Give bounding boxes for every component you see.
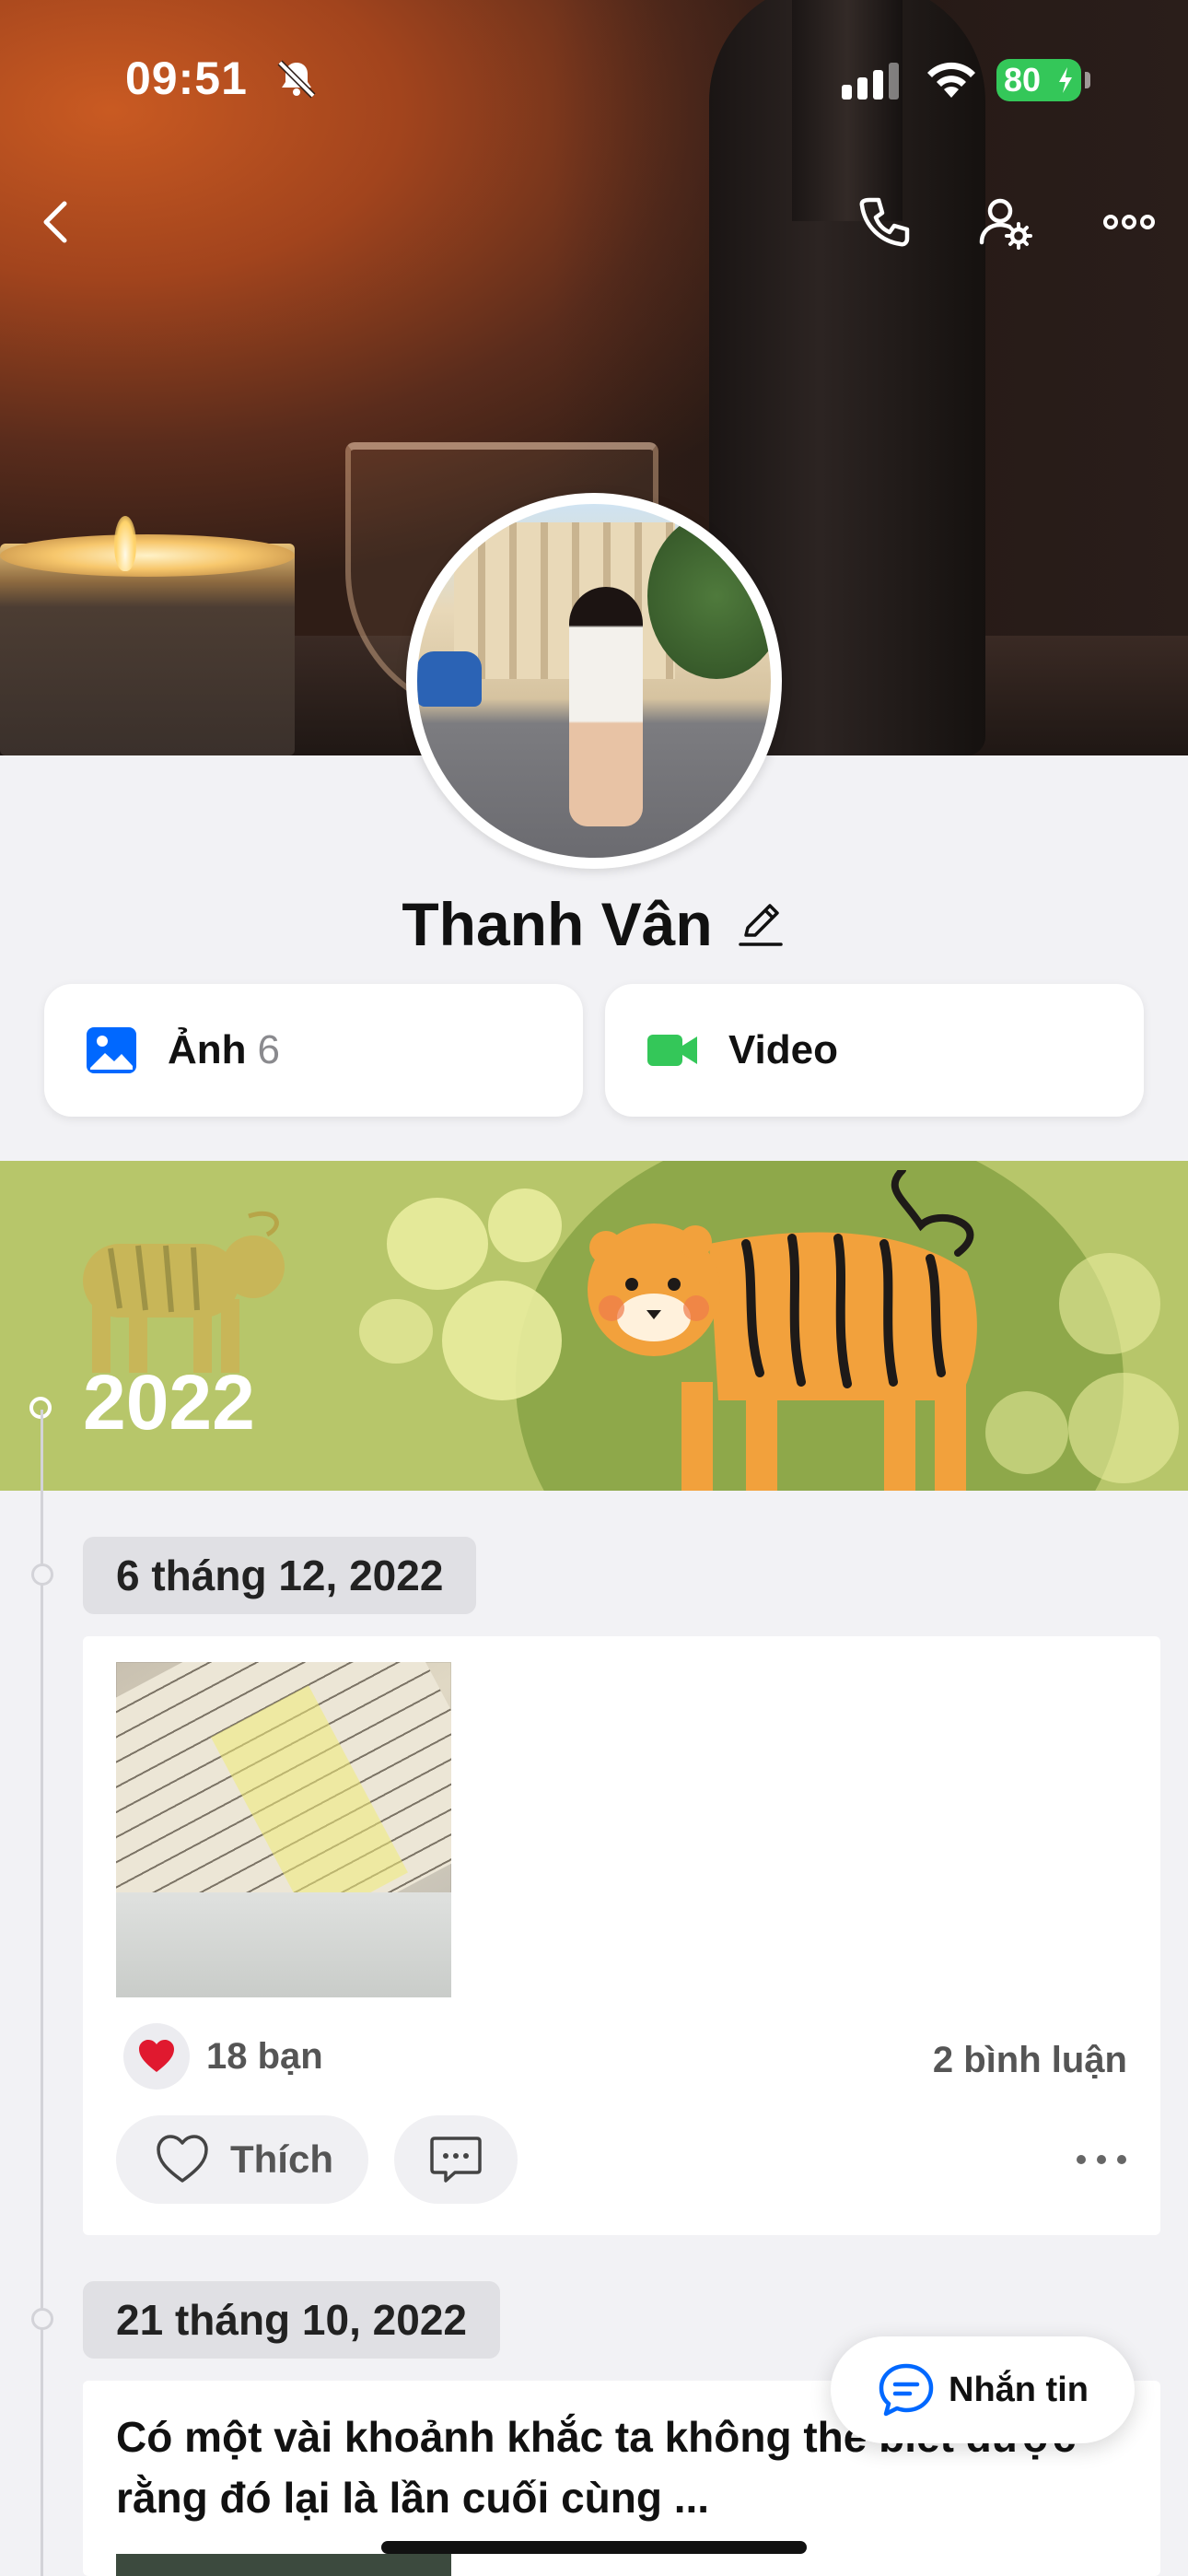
leaf-decoration	[387, 1198, 488, 1290]
battery-level: 80	[1004, 61, 1042, 99]
back-button[interactable]	[24, 189, 90, 255]
tiger-illustration	[588, 1170, 977, 1491]
bell-slash-icon	[277, 60, 316, 99]
cover-candle-flame	[114, 516, 136, 571]
post-photo[interactable]	[116, 2554, 451, 2576]
video-label: Video	[728, 1027, 839, 1072]
leaf-decoration	[359, 1299, 433, 1364]
photos-count: 6	[257, 1027, 281, 1072]
wifi-icon	[927, 62, 975, 98]
photos-button[interactable]: Ảnh 6	[44, 984, 583, 1117]
timeline-dot	[31, 1563, 53, 1586]
heart-outline-icon	[157, 2135, 208, 2183]
message-button-label: Nhắn tin	[949, 2370, 1089, 2409]
comments-count[interactable]: 2 bình luận	[933, 2040, 1127, 2081]
avatar-car	[417, 651, 482, 707]
like-button-label: Thích	[230, 2137, 333, 2181]
profile-name-row: Thanh Vân	[0, 889, 1188, 959]
comment-icon	[430, 2137, 482, 2183]
chat-bubble-icon	[879, 2363, 934, 2417]
status-time: 09:51	[125, 53, 248, 104]
user-settings-icon	[979, 198, 1032, 250]
small-tiger-illustration	[83, 1211, 285, 1373]
post-date: 6 tháng 12, 2022	[83, 1537, 477, 1614]
profile-settings-button[interactable]	[973, 189, 1039, 255]
back-chevron-icon	[43, 201, 67, 243]
leaf-decoration	[1068, 1373, 1179, 1483]
post-card[interactable]: 18 bạn 2 bình luận Thích	[83, 1636, 1160, 2235]
call-button[interactable]	[851, 189, 917, 255]
video-button[interactable]: Video	[605, 984, 1144, 1117]
comment-button[interactable]	[394, 2115, 518, 2204]
like-button[interactable]: Thích	[116, 2115, 368, 2204]
phone-icon	[859, 197, 910, 247]
message-button[interactable]: Nhắn tin	[831, 2336, 1135, 2443]
photos-label: Ảnh	[168, 1027, 247, 1072]
post-photo-cloth	[116, 1892, 451, 1997]
cellular-signal-icon	[842, 63, 899, 100]
more-dots-icon	[1077, 2155, 1126, 2164]
heart-badge	[123, 2023, 190, 2090]
more-options-button[interactable]	[1096, 189, 1162, 255]
photo-icon	[87, 1027, 136, 1073]
year-label: 2022	[83, 1359, 255, 1446]
leaf-decoration	[442, 1281, 562, 1400]
likes-count: 18 bạn	[206, 2035, 323, 2077]
like-summary[interactable]: 18 bạn	[123, 2023, 323, 2090]
status-bar: 09:51 80	[0, 0, 1188, 157]
heart-filled-icon	[139, 2040, 174, 2072]
post-date: 21 tháng 10, 2022	[83, 2281, 500, 2359]
bolt-icon	[1059, 67, 1072, 93]
avatar-person	[569, 587, 643, 826]
year-banner: 2022	[0, 1161, 1188, 1491]
post-more-button[interactable]	[1068, 2129, 1135, 2190]
avatar-photo	[417, 504, 771, 858]
edit-name-icon[interactable]	[735, 898, 786, 950]
video-camera-icon	[647, 1035, 697, 1066]
battery-cap	[1085, 72, 1090, 88]
post-photo[interactable]	[116, 1662, 451, 1997]
more-horizontal-icon	[1103, 215, 1155, 229]
timeline-dot	[31, 2308, 53, 2330]
avatar[interactable]	[406, 493, 782, 869]
profile-name: Thanh Vân	[402, 890, 713, 958]
leaf-decoration	[1059, 1253, 1160, 1354]
leaf-decoration	[488, 1188, 562, 1262]
battery-charging-icon: 80	[996, 59, 1090, 101]
home-indicator[interactable]	[381, 2541, 807, 2554]
cover-candle-top	[0, 534, 295, 577]
